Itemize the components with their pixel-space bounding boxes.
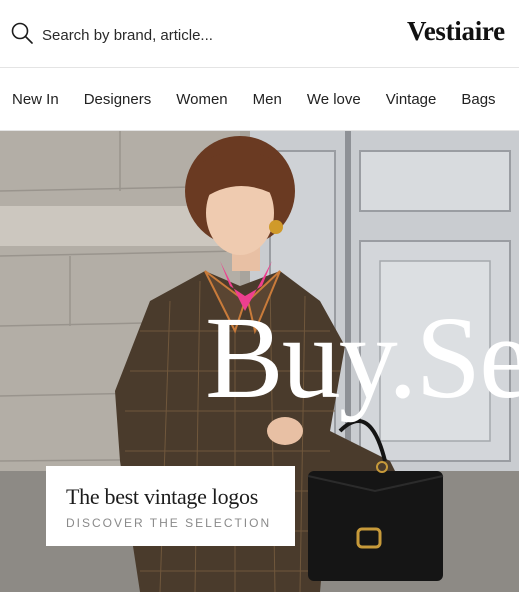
- main-nav: New In Designers Women Men We love Vinta…: [0, 68, 519, 131]
- nav-item-new-in[interactable]: New In: [12, 91, 59, 108]
- logo[interactable]: Vestiaire: [407, 16, 505, 47]
- discover-selection-link[interactable]: DISCOVER THE SELECTION: [66, 516, 275, 530]
- nav-item-bags[interactable]: Bags: [461, 91, 495, 108]
- promo-card[interactable]: The best vintage logos DISCOVER THE SELE…: [46, 466, 295, 546]
- search-input[interactable]: [42, 22, 342, 48]
- nav-item-women[interactable]: Women: [176, 91, 227, 108]
- hero-title: Buy.Se: [205, 292, 519, 423]
- nav-item-vintage[interactable]: Vintage: [386, 91, 437, 108]
- nav-item-designers[interactable]: Designers: [84, 91, 152, 108]
- header: Vestiaire: [0, 0, 519, 68]
- search-icon[interactable]: [11, 22, 33, 44]
- promo-title: The best vintage logos: [66, 484, 258, 509]
- nav-item-we-love[interactable]: We love: [307, 91, 361, 108]
- nav-item-men[interactable]: Men: [253, 91, 282, 108]
- hero-banner[interactable]: Buy.Se The best vintage logos DISCOVER T…: [0, 131, 519, 592]
